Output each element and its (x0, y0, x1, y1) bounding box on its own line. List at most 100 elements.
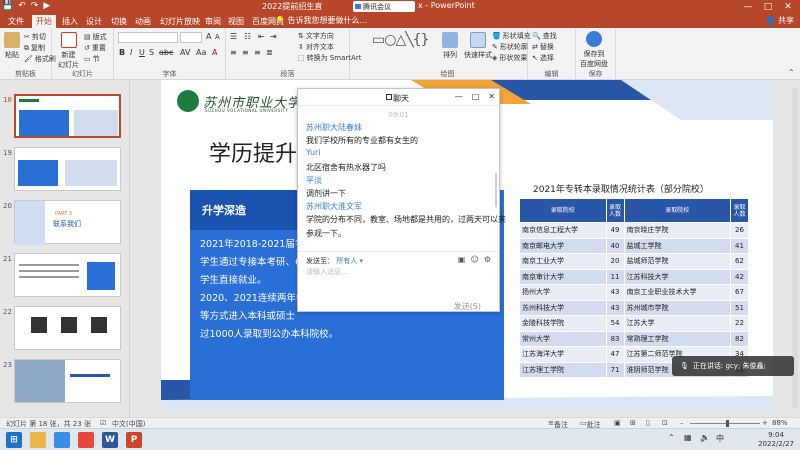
shrink-font-icon[interactable]: A (215, 33, 220, 41)
shadow-icon[interactable]: S (149, 48, 154, 57)
close-button[interactable]: ✕ (488, 92, 495, 101)
comments-button[interactable]: ▭ 批注 (580, 419, 601, 429)
collapse-ribbon-icon[interactable]: ⌃ (788, 68, 795, 77)
image-icon[interactable]: ▣ (458, 255, 466, 264)
align-text-button[interactable]: ⇕ 对齐文本 (298, 42, 334, 52)
reading-view-icon[interactable]: ▯ (646, 419, 650, 427)
paste-button[interactable]: 粘贴 (4, 32, 20, 60)
text-direction-button[interactable]: ⇅ 文字方向 (298, 31, 334, 41)
close-button[interactable]: ✕ (778, 0, 798, 14)
maximize-button[interactable]: □ (758, 0, 778, 14)
notes-button[interactable]: ≡ 备注 (548, 419, 568, 429)
volume-icon[interactable]: 🔈 (700, 433, 710, 442)
start-icon[interactable]: ⊞ (6, 432, 22, 448)
tab-slideshow[interactable]: 幻灯片放映 (156, 15, 204, 28)
zoom-in-button[interactable]: + (762, 419, 768, 427)
char-spacing-icon[interactable]: AV (180, 48, 190, 57)
shapes-gallery[interactable]: ▭○△╲{} (372, 32, 429, 48)
undo-icon[interactable]: ↶ (18, 1, 26, 11)
arrange-button[interactable]: 排列 (442, 32, 458, 60)
zoom-level[interactable]: 88% (772, 419, 788, 427)
school-name-cell: 江苏海洋大学 (519, 346, 607, 363)
emoji-icon[interactable]: ☺ (470, 255, 478, 264)
indent-icon[interactable]: ⇤ (258, 32, 265, 41)
align-right-icon[interactable]: ≡ (254, 48, 261, 57)
font-size-combo[interactable] (180, 32, 202, 43)
smartart-button[interactable]: ⬚ 转换为 SmartArt (298, 53, 361, 63)
browser-icon[interactable] (54, 432, 70, 448)
tab-home[interactable]: 开始 (32, 15, 56, 28)
shape-outline-button[interactable]: ✎ 形状轮廓 (492, 42, 528, 52)
chat-input[interactable]: 请输入消息... (306, 267, 348, 277)
minimize-button[interactable]: — (455, 92, 463, 101)
send-button[interactable]: 发送(S) (454, 301, 481, 312)
shape-effects-button[interactable]: ◈ 形状效果 (492, 53, 527, 63)
slide-thumbnail-21[interactable] (14, 253, 121, 297)
tab-view[interactable]: 视图 (224, 15, 248, 28)
bold-icon[interactable]: B (119, 48, 125, 57)
file-explorer-icon[interactable] (30, 432, 46, 448)
align-center-icon[interactable]: ≡ (242, 48, 249, 57)
grow-font-icon[interactable]: A (206, 32, 211, 41)
meeting-indicator[interactable]: 腾讯会议 (353, 1, 415, 12)
reset-button[interactable]: ↺ 重置 (84, 43, 106, 53)
font-name-combo[interactable] (118, 32, 178, 43)
sorter-view-icon[interactable]: ⊞ (630, 419, 636, 427)
tray-chevron-icon[interactable]: ⌃ (668, 433, 675, 442)
save-icon[interactable]: 💾 (2, 1, 13, 11)
minimize-button[interactable]: — (738, 0, 758, 14)
share-button[interactable]: 👤 共享 (765, 15, 794, 26)
slide-thumbnail-18[interactable] (14, 94, 121, 138)
justify-icon[interactable]: ≣ (266, 48, 273, 57)
copy-button[interactable]: ⧉ 复制 (24, 43, 45, 53)
zoom-out-button[interactable]: – (680, 419, 684, 427)
bullets-icon[interactable]: ☰ (230, 32, 237, 41)
tell-me-search[interactable]: 💡 告诉我您想要做什么... (275, 15, 367, 26)
underline-icon[interactable]: U (139, 48, 145, 57)
ime-indicator[interactable]: 中 (716, 433, 724, 444)
align-left-icon[interactable]: ≡ (230, 48, 237, 57)
powerpoint-icon[interactable]: P (126, 432, 142, 448)
maximize-button[interactable]: □ (472, 92, 480, 101)
chat-scrollbar[interactable] (495, 173, 497, 207)
word-icon[interactable]: W (102, 432, 118, 448)
font-color-icon[interactable]: A (212, 48, 217, 57)
section-button[interactable]: ▭ 节 (84, 54, 100, 64)
redo-icon[interactable]: ↷ (31, 1, 39, 11)
change-case-icon[interactable]: Aa (196, 48, 206, 57)
cut-button[interactable]: ✂ 剪切 (24, 32, 46, 42)
save-baidu-button[interactable]: 保存到 百度网盘 (580, 31, 608, 69)
numbering-icon[interactable]: ☷ (244, 32, 251, 41)
settings-icon[interactable]: ⚙ (484, 255, 491, 264)
tab-animations[interactable]: 动画 (131, 15, 155, 28)
quick-styles-button[interactable]: 快速样式 (464, 32, 492, 60)
zoom-slider[interactable] (690, 423, 760, 424)
slide-thumbnail-20[interactable]: PART 3 联系我们 (14, 200, 121, 245)
tab-insert[interactable]: 插入 (58, 15, 82, 28)
italic-icon[interactable]: I (130, 48, 132, 57)
new-slide-button[interactable]: 新建 幻灯片 (58, 32, 79, 70)
tab-design[interactable]: 设计 (82, 15, 106, 28)
strikethrough-icon[interactable]: abc (159, 48, 173, 57)
tab-file[interactable]: 文件 (4, 15, 28, 28)
slide-thumbnail-22[interactable] (14, 306, 121, 350)
layout-button[interactable]: ▤ 版式 (84, 32, 107, 42)
zoom-slider-thumb[interactable] (726, 420, 729, 427)
normal-view-icon[interactable]: ▣ (614, 419, 621, 427)
network-icon[interactable]: ▦ (684, 433, 692, 442)
select-button[interactable]: ↖ 选择 (532, 53, 554, 63)
tab-review[interactable]: 审阅 (201, 15, 225, 28)
shape-fill-button[interactable]: 🪣 形状填充 (492, 31, 531, 41)
outdent-icon[interactable]: ⇥ (270, 32, 277, 41)
replace-button[interactable]: ⇄ 替换 (532, 42, 554, 52)
send-to-selector[interactable]: 发送至： 所有人 ▾ (306, 256, 363, 266)
slide-thumbnail-23[interactable] (14, 359, 121, 403)
start-slideshow-icon[interactable]: ▶ (43, 1, 50, 11)
slideshow-view-icon[interactable]: ⊡ (662, 419, 668, 427)
system-clock[interactable]: 9:04 2022/2/27 (758, 431, 794, 449)
spelling-icon[interactable]: ☑ (100, 419, 106, 427)
slide-thumbnail-19[interactable] (14, 147, 121, 191)
chrome-icon[interactable] (78, 432, 94, 448)
tab-transitions[interactable]: 切换 (107, 15, 131, 28)
find-button[interactable]: 🔍 查找 (532, 31, 557, 41)
